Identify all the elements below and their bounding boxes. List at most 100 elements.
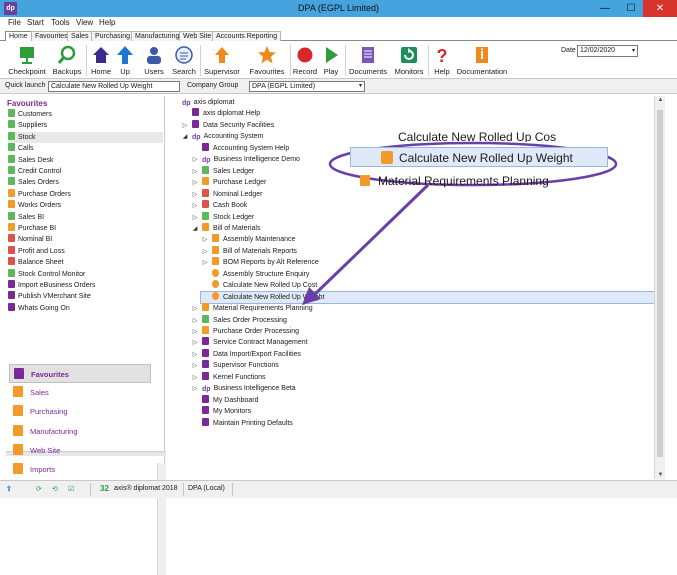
- close-button[interactable]: ✕: [643, 0, 677, 17]
- favourite-item[interactable]: Balance Sheet: [8, 257, 163, 268]
- favourite-item[interactable]: Calls: [8, 143, 163, 154]
- favourites-button[interactable]: Favourites: [246, 44, 288, 78]
- tree-node[interactable]: ▷ Service Contract Management: [191, 337, 491, 348]
- nav-button-favourites[interactable]: Favourites: [9, 364, 151, 383]
- favourite-item[interactable]: Customers: [8, 109, 163, 120]
- collapsed-arrow-icon[interactable]: ▷: [191, 190, 199, 201]
- favourite-item[interactable]: Purchase Orders: [8, 188, 163, 200]
- tab-manufacturing[interactable]: Manufacturing: [131, 31, 184, 41]
- backups-button[interactable]: Backups: [50, 44, 84, 78]
- tree-node[interactable]: ▷ Purchase Order Processing: [191, 326, 491, 337]
- tab-favourites[interactable]: Favourites: [31, 31, 72, 41]
- collapsed-arrow-icon[interactable]: ▷: [191, 213, 199, 224]
- collapsed-arrow-icon[interactable]: ▷: [191, 361, 199, 372]
- tab-sales[interactable]: Sales: [67, 31, 93, 41]
- up-arrow-icon[interactable]: ⇧: [6, 485, 12, 493]
- collapsed-arrow-icon[interactable]: ▷: [191, 178, 199, 189]
- collapsed-arrow-icon[interactable]: ▷: [191, 327, 199, 338]
- tree-node[interactable]: My Monitors: [191, 406, 491, 417]
- scroll-down-icon[interactable]: ▼: [655, 472, 666, 478]
- collapsed-arrow-icon[interactable]: ▷: [191, 373, 199, 384]
- nav-button-imports[interactable]: Imports: [9, 460, 151, 479]
- menu-start[interactable]: Start: [27, 18, 44, 27]
- collapsed-arrow-icon[interactable]: ▷: [201, 235, 209, 246]
- tree-node[interactable]: ▷ Sales Order Processing: [191, 314, 491, 327]
- favourite-item[interactable]: Credit Control: [8, 166, 163, 177]
- monitors-button[interactable]: Monitors: [392, 44, 426, 78]
- checkpoint-button[interactable]: Checkpoint: [6, 44, 48, 78]
- tree-node[interactable]: ▷ Material Requirements Planning: [191, 303, 491, 314]
- scroll-up-icon[interactable]: ▲: [655, 97, 666, 103]
- favourite-item[interactable]: Whats Going On: [8, 302, 163, 314]
- home-button[interactable]: Home: [88, 44, 114, 78]
- expanded-arrow-icon[interactable]: ◢: [191, 224, 199, 235]
- nav-button-web-site[interactable]: Web Site: [9, 441, 151, 460]
- record-button[interactable]: Record: [292, 44, 318, 78]
- tree-node[interactable]: Calculate New Rolled Up Cost: [201, 280, 501, 291]
- documents-button[interactable]: Documents: [348, 44, 388, 78]
- tree-node[interactable]: Maintain Printing Defaults: [191, 417, 491, 429]
- collapsed-arrow-icon[interactable]: ▷: [191, 167, 199, 178]
- collapsed-arrow-icon[interactable]: ▷: [181, 121, 189, 132]
- maximize-button[interactable]: ☐: [618, 0, 644, 17]
- favourite-item[interactable]: Profit and Loss: [8, 245, 163, 257]
- menu-help[interactable]: Help: [99, 18, 115, 27]
- tree-node[interactable]: ▷ Cash Book: [191, 200, 491, 211]
- search-button[interactable]: Search: [170, 44, 198, 78]
- collapsed-arrow-icon[interactable]: ▷: [191, 201, 199, 212]
- tree-node[interactable]: ▷ Nominal Ledger: [191, 188, 491, 201]
- nav-button-sales[interactable]: Sales: [9, 383, 151, 402]
- menu-tools[interactable]: Tools: [51, 18, 70, 27]
- tree-node[interactable]: ▷ Assembly Maintenance: [201, 234, 501, 245]
- refresh-alt-icon[interactable]: ⟲: [52, 485, 58, 493]
- company-group-select[interactable]: DPA (EGPL Limited) ▾: [249, 81, 365, 92]
- scroll-thumb[interactable]: [657, 110, 663, 457]
- menu-view[interactable]: View: [76, 18, 93, 27]
- tree-node[interactable]: ▷ Stock Ledger: [191, 211, 491, 224]
- tree-node[interactable]: ▷ dp Business Intelligence Beta: [191, 383, 491, 394]
- supervisor-button[interactable]: Supervisor: [202, 44, 242, 78]
- users-button[interactable]: Users: [140, 44, 168, 78]
- up-button[interactable]: Up: [114, 44, 136, 78]
- collapsed-arrow-icon[interactable]: ▷: [201, 247, 209, 258]
- menu-file[interactable]: File: [8, 18, 21, 27]
- checklist-icon[interactable]: ☑: [68, 485, 74, 493]
- collapsed-arrow-icon[interactable]: ▷: [191, 350, 199, 361]
- minimize-button[interactable]: —: [592, 0, 618, 17]
- tree-scrollbar[interactable]: ▲ ▼: [654, 96, 665, 479]
- collapsed-arrow-icon[interactable]: ▷: [191, 316, 199, 327]
- favourite-item[interactable]: Publish VMerchant Site: [8, 291, 163, 302]
- tree-node[interactable]: My Dashboard: [191, 394, 491, 406]
- nav-button-purchasing[interactable]: Purchasing: [9, 402, 151, 421]
- favourite-item[interactable]: Stock: [8, 131, 163, 144]
- favourite-item[interactable]: Suppliers: [8, 120, 163, 131]
- help-button[interactable]: ? Help: [430, 44, 454, 78]
- favourite-item[interactable]: Sales Orders: [8, 177, 163, 188]
- collapsed-arrow-icon[interactable]: ▷: [201, 258, 209, 269]
- favourite-item[interactable]: Works Orders: [8, 200, 163, 211]
- nav-button-manufacturing[interactable]: Manufacturing: [9, 422, 151, 441]
- favourite-item[interactable]: Sales Desk: [8, 154, 163, 166]
- tree-node[interactable]: ▷ BOM Reports by Alt Reference: [201, 257, 501, 268]
- expanded-arrow-icon[interactable]: ◢: [181, 132, 189, 143]
- tree-node[interactable]: ▷ Data Import/Export Facilities: [191, 348, 491, 361]
- tab-web-site[interactable]: Web Site: [179, 31, 216, 41]
- play-button[interactable]: Play: [320, 44, 342, 78]
- favourite-item[interactable]: Purchase BI: [8, 223, 163, 234]
- documentation-button[interactable]: Documentation: [456, 44, 508, 78]
- favourite-item[interactable]: Nominal BI: [8, 234, 163, 245]
- refresh-icon[interactable]: ⟳: [36, 485, 42, 493]
- tree-node[interactable]: ▷ Bill of Materials Reports: [201, 245, 501, 258]
- collapsed-arrow-icon[interactable]: ▷: [191, 155, 199, 166]
- tab-purchasing[interactable]: Purchasing: [91, 31, 135, 41]
- tree-node[interactable]: ▷ Supervisor Functions: [191, 360, 491, 371]
- quick-launch-input[interactable]: Calculate New Rolled Up Weight: [48, 81, 180, 92]
- tree-node[interactable]: ◢ Bill of Materials: [191, 222, 491, 235]
- favourite-item[interactable]: Import eBusiness Orders: [8, 280, 163, 291]
- calendar-dropdown-icon[interactable]: ▾: [632, 46, 635, 56]
- tree-node[interactable]: dp axis diplomat: [171, 97, 471, 108]
- tree-node[interactable]: axis diplomat Help: [181, 108, 481, 119]
- collapsed-arrow-icon[interactable]: ▷: [191, 338, 199, 349]
- tab-accounts-reporting[interactable]: Accounts Reporting: [212, 31, 282, 41]
- tree-node[interactable]: Assembly Structure Enquiry: [201, 268, 501, 280]
